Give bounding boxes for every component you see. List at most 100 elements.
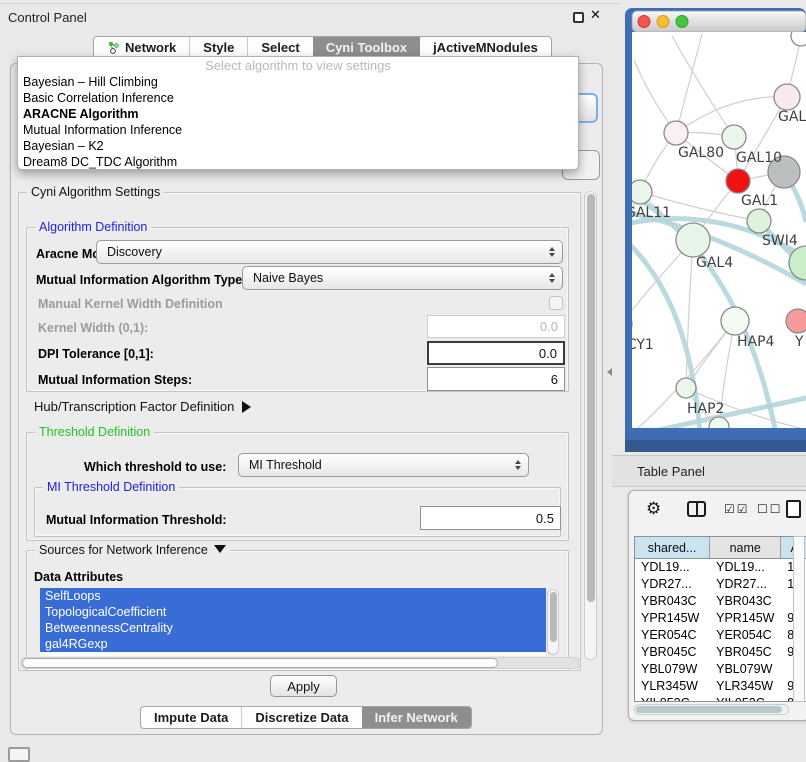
tab-discretize-data-label: Discretize Data [255, 710, 348, 725]
table-row[interactable]: YPR145WYPR145W9. [635, 610, 806, 627]
collapse-down-icon[interactable] [214, 545, 226, 553]
tab-discretize-data[interactable]: Discretize Data [241, 707, 361, 728]
table-row[interactable]: YIL052CYIL052C9 [635, 695, 806, 702]
attributes-scroll-thumb[interactable] [550, 592, 557, 642]
network-node-gal1[interactable] [726, 169, 750, 193]
table-row[interactable]: YLR345WYLR345W9. [635, 678, 806, 695]
window-zoom-button[interactable] [676, 16, 688, 28]
network-node-gal10[interactable] [722, 125, 746, 149]
mi-threshold-title: MI Threshold Definition [43, 480, 179, 494]
table-row[interactable]: YBR043CYBR043C [635, 593, 806, 610]
data-attributes-label: Data Attributes [34, 570, 123, 584]
tab-style[interactable]: Style [189, 37, 247, 58]
which-threshold-value: MI Threshold [249, 458, 322, 472]
table-cell: YBR045C [635, 644, 710, 661]
settings-scroll-thumb[interactable] [587, 194, 595, 602]
threshold-definition-title: Threshold Definition [35, 425, 154, 439]
algorithm-option[interactable]: Basic Correlation Inference [18, 90, 578, 106]
network-node-label: GAL1 [741, 193, 778, 209]
algorithm-dropdown-list: Bayesian – Hill ClimbingBasic Correlatio… [18, 74, 578, 170]
table-cell: YIL052C [635, 695, 710, 702]
table-column-header[interactable]: name [710, 537, 781, 558]
network-node-gal[interactable] [774, 84, 800, 110]
tab-style-label: Style [203, 40, 234, 55]
algorithm-option[interactable]: Dream8 DC_TDC Algorithm [18, 154, 578, 170]
table-row[interactable]: YBR045CYBR045C9. [635, 644, 806, 661]
tab-network[interactable]: Network [94, 37, 189, 58]
table-row[interactable]: YER054CYER054C8. [635, 627, 806, 644]
aracne-mode-combo[interactable]: Discovery [96, 240, 563, 264]
which-threshold-combo[interactable]: MI Threshold [238, 453, 529, 477]
table-header-row: shared...nameA [635, 537, 806, 559]
algorithm-dropdown-popup: Select algorithm to view settings Bayesi… [17, 56, 579, 170]
attributes-vertical-scrollbar[interactable] [547, 589, 559, 655]
kernel-width-label: Kernel Width (0,1): [38, 321, 148, 335]
table-row[interactable]: YBL079WYBL079W [635, 661, 806, 678]
mi-type-combo[interactable]: Naive Bayes [242, 266, 563, 290]
table-hscroll-thumb[interactable] [636, 706, 782, 713]
tab-impute-data[interactable]: Impute Data [141, 707, 241, 728]
hub-definition-toggle[interactable]: Hub/Transcription Factor Definition [34, 399, 251, 414]
network-node-hap2[interactable] [676, 378, 696, 398]
settings-vertical-scrollbar[interactable] [584, 191, 597, 660]
settings-horizontal-scrollbar[interactable] [20, 657, 581, 669]
table-horizontal-scrollbar[interactable] [634, 704, 789, 715]
new-table-icon[interactable] [786, 500, 801, 518]
table-row[interactable]: YDL19...YDL19...13 [635, 559, 806, 576]
tab-impute-data-label: Impute Data [154, 710, 228, 725]
table-vertical-scrollbar[interactable] [793, 536, 805, 702]
tab-jactivemnodules[interactable]: jActiveMNodules [420, 37, 551, 58]
panel-divider-handle[interactable] [607, 368, 612, 376]
sources-title-text: Sources for Network Inference [39, 543, 208, 557]
network-node-hap4[interactable] [721, 307, 749, 335]
table-row[interactable]: YDR27...YDR27...12 [635, 576, 806, 593]
tab-cyni-toolbox[interactable]: Cyni Toolbox [313, 37, 420, 58]
table-cell: YPR145W [710, 610, 781, 627]
network-node-label: GAL [778, 109, 806, 125]
window-minimize-button[interactable] [657, 16, 669, 28]
network-node-label: SWI4 [762, 233, 798, 249]
network-node-label: GAL10 [736, 150, 782, 166]
gear-icon[interactable]: ⚙ [646, 499, 661, 519]
settings-hscroll-thumb[interactable] [22, 658, 498, 668]
data-attribute-item[interactable]: TopologicalCoefficient [40, 604, 546, 620]
aracne-mode-value: Discovery [107, 245, 162, 259]
manual-kernel-checkbox[interactable] [549, 296, 563, 310]
network-node-gal4[interactable] [676, 223, 710, 257]
network-node-y[interactable] [786, 309, 806, 333]
mi-threshold-field[interactable]: 0.5 [420, 506, 561, 530]
which-threshold-label: Which threshold to use: [84, 460, 226, 474]
algorithm-option[interactable]: Mutual Information Inference [18, 122, 578, 138]
data-attributes-list[interactable]: SelfLoopsTopologicalCoefficientBetweenne… [40, 588, 546, 656]
deselect-all-checkboxes-icon[interactable]: ☐☐ [757, 502, 783, 516]
data-attribute-item[interactable]: BetweennessCentrality [40, 620, 546, 636]
data-attribute-item[interactable]: SelfLoops [40, 588, 546, 604]
dpi-tolerance-field[interactable]: 0.0 [427, 341, 565, 365]
kernel-width-field[interactable]: 0.0 [427, 315, 565, 338]
split-columns-icon[interactable] [687, 501, 706, 517]
bottom-corner-icon[interactable] [8, 747, 30, 762]
algorithm-option[interactable]: Bayesian – K2 [18, 138, 578, 154]
table-column-header[interactable]: shared... [635, 537, 710, 558]
algorithm-option[interactable]: Bayesian – Hill Climbing [18, 74, 578, 90]
tab-infer-network[interactable]: Infer Network [362, 707, 471, 728]
data-attribute-item[interactable]: gal4RGexp [40, 636, 546, 652]
mi-steps-field[interactable]: 6 [427, 367, 565, 391]
tab-infer-network-label: Infer Network [375, 710, 458, 725]
algorithm-definition-title: Algorithm Definition [35, 220, 151, 234]
network-node-gal80[interactable] [664, 121, 688, 145]
float-panel-icon[interactable] [573, 12, 584, 23]
spinner-arrows-icon [549, 247, 555, 257]
table-panel-title: Table Panel [637, 464, 705, 479]
select-all-checkboxes-icon[interactable]: ☑☑ [724, 502, 750, 516]
network-node-swi4[interactable] [747, 209, 771, 233]
algorithm-option[interactable]: ARACNE Algorithm [18, 106, 578, 122]
network-node-label: GAL4 [696, 255, 733, 271]
window-close-button[interactable] [638, 16, 650, 28]
network-node-label: Y [794, 334, 804, 350]
close-panel-icon[interactable]: ✕ [590, 8, 601, 23]
tab-select[interactable]: Select [247, 37, 312, 58]
table-panel-titlebar: Table Panel [612, 455, 806, 487]
network-node-label: HAP4 [737, 334, 775, 350]
apply-button[interactable]: Apply [270, 675, 337, 697]
